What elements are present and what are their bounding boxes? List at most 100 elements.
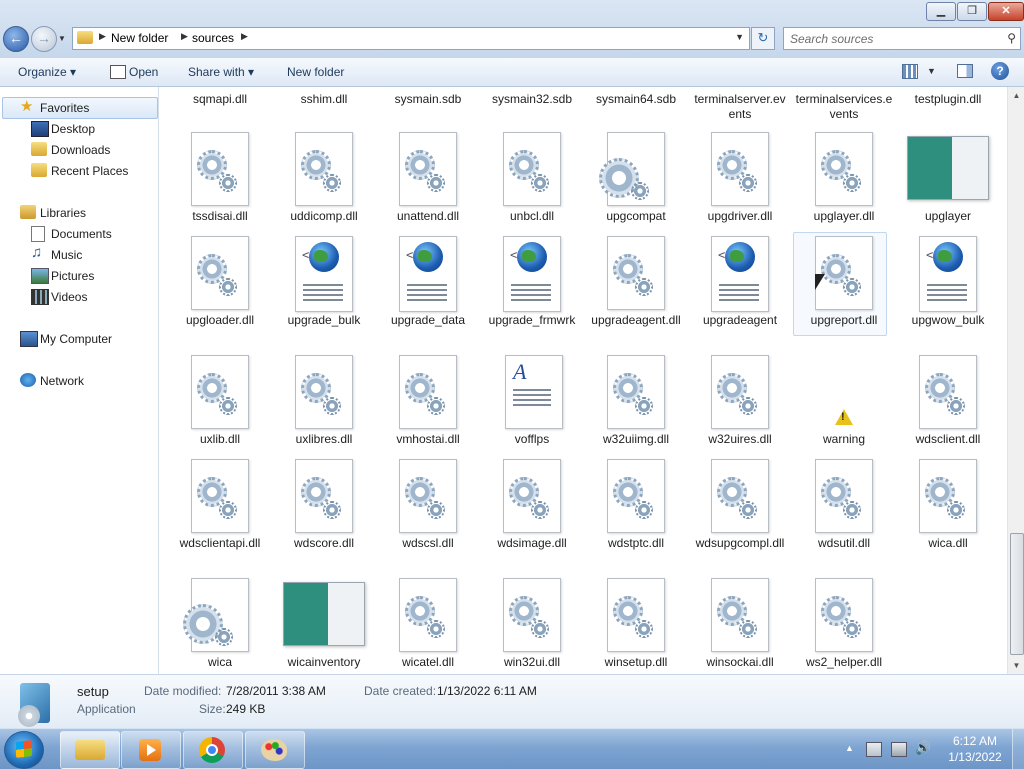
file-item[interactable]: tssdisai.dll <box>171 130 269 234</box>
file-item[interactable]: winsockai.dll <box>691 576 789 674</box>
clock-time: 6:12 AM <box>952 734 998 748</box>
file-item[interactable]: uxlib.dll <box>171 353 269 457</box>
breadcrumb-sources[interactable]: sources <box>192 31 234 45</box>
file-item[interactable]: wicatel.dll <box>379 576 477 674</box>
change-view-icon[interactable] <box>902 64 918 79</box>
show-hidden-icons-icon[interactable]: ▲ <box>845 743 854 753</box>
breadcrumb-arrow-icon[interactable]: ▶ <box>99 31 106 42</box>
recent-pages-dropdown-icon[interactable]: ▼ <box>58 34 66 43</box>
volume-icon[interactable]: 🔊 <box>915 740 931 755</box>
title-bar: ▁ ❐ ✕ ← → ▼ ▶ New folder ▶ sources ▶ ▼ ↻… <box>0 0 1024 58</box>
file-item[interactable]: wdscsl.dll <box>379 457 477 561</box>
forward-button[interactable]: → <box>31 26 57 52</box>
breadcrumb-arrow-icon[interactable]: ▶ <box>241 31 248 42</box>
search-icon[interactable]: ⚲ <box>1007 31 1016 45</box>
preview-pane-icon[interactable] <box>957 64 973 78</box>
start-button[interactable] <box>4 731 44 769</box>
file-item[interactable]: testplugin.dll <box>899 87 997 127</box>
file-item[interactable]: wica.dll <box>899 457 997 561</box>
share-with-button[interactable]: Share with ▾ <box>188 65 254 79</box>
file-item[interactable]: upgdriver.dll <box>691 130 789 234</box>
taskbar-chrome[interactable] <box>183 731 243 769</box>
file-item[interactable]: wdstptc.dll <box>587 457 685 561</box>
file-name: wdsclientapi.dll <box>179 536 261 550</box>
view-options-dropdown-icon[interactable]: ▼ <box>927 66 936 76</box>
file-item[interactable]: wdsimage.dll <box>483 457 581 561</box>
file-item[interactable]: win32ui.dll <box>483 576 581 674</box>
breadcrumb-new-folder[interactable]: New folder <box>111 31 168 45</box>
file-item[interactable]: upgcompat <box>587 130 685 234</box>
details-size: 249 KB <box>226 702 266 716</box>
file-item[interactable]: ! warning <box>795 353 893 457</box>
show-desktop-button[interactable] <box>1012 729 1024 769</box>
taskbar-paint[interactable] <box>245 731 305 769</box>
file-name: winsockai.dll <box>706 655 774 669</box>
help-icon[interactable]: ? <box>991 62 1009 80</box>
file-item[interactable]: uxlibres.dll <box>275 353 373 457</box>
gear-small-icon <box>843 278 861 296</box>
new-folder-button[interactable]: New folder <box>287 65 344 79</box>
file-item[interactable]: < >upgradeagent <box>691 234 789 338</box>
breadcrumb-arrow-icon[interactable]: ▶ <box>181 31 188 42</box>
file-item[interactable]: unattend.dll <box>379 130 477 234</box>
file-item[interactable]: wica <box>171 576 269 674</box>
gear-small-icon <box>739 501 757 519</box>
file-name: upgcompat <box>606 209 666 223</box>
file-item[interactable]: sshim.dll <box>275 87 373 127</box>
taskbar-media-player[interactable] <box>121 731 181 769</box>
taskbar-explorer[interactable] <box>60 731 120 769</box>
file-item[interactable]: < >upgrade_bulk <box>275 234 373 338</box>
network-status-icon[interactable] <box>891 742 907 757</box>
file-item[interactable]: wdscore.dll <box>275 457 373 561</box>
file-item[interactable]: upglayer <box>899 130 997 234</box>
file-item[interactable]: upgreport.dll <box>793 232 893 338</box>
vertical-scrollbar[interactable]: ▲ ▼ <box>1007 87 1024 674</box>
back-button[interactable]: ← <box>3 26 29 52</box>
file-item[interactable]: terminalservices.events <box>795 87 893 127</box>
file-item[interactable]: winsetup.dll <box>587 576 685 674</box>
file-item[interactable]: upglayer.dll <box>795 130 893 234</box>
file-item[interactable]: wicainventory <box>275 576 373 674</box>
organize-button[interactable]: Organize ▾ <box>18 65 76 79</box>
minimize-button[interactable]: ▁ <box>926 2 956 21</box>
file-item[interactable]: ws2_helper.dll <box>795 576 893 674</box>
maximize-button[interactable]: ❐ <box>957 2 987 21</box>
file-item[interactable]: Avofflps <box>483 353 581 457</box>
file-item[interactable]: < >upgrade_frmwrk <box>483 234 581 338</box>
globe-land-icon <box>938 250 952 262</box>
scroll-up-arrow-icon[interactable]: ▲ <box>1008 87 1024 104</box>
file-item[interactable]: sysmain64.sdb <box>587 87 685 127</box>
refresh-button[interactable]: ↻ <box>751 27 775 50</box>
gear-small-icon <box>531 501 549 519</box>
scroll-down-arrow-icon[interactable]: ▼ <box>1008 657 1024 674</box>
address-dropdown-icon[interactable]: ▼ <box>735 32 744 42</box>
file-item[interactable]: wdsclient.dll <box>899 353 997 457</box>
system-clock[interactable]: 6:12 AM 1/13/2022 <box>940 733 1010 765</box>
action-center-icon[interactable] <box>866 742 882 757</box>
paint-palette-icon <box>261 739 287 761</box>
scrollbar-thumb[interactable] <box>1010 533 1024 655</box>
file-item[interactable]: upgradeagent.dll <box>587 234 685 338</box>
file-item[interactable]: terminalserver.events <box>691 87 789 127</box>
file-item[interactable]: w32uiimg.dll <box>587 353 685 457</box>
open-button[interactable]: Open <box>129 65 158 79</box>
file-item[interactable]: sysmain32.sdb <box>483 87 581 127</box>
open-icon <box>110 65 126 79</box>
file-item[interactable]: < >upgwow_bulk <box>899 234 997 338</box>
file-item[interactable]: wdsupgcompl.dll <box>691 457 789 561</box>
file-item[interactable]: vmhostai.dll <box>379 353 477 457</box>
address-bar[interactable]: ▶ New folder ▶ sources ▶ ▼ <box>72 27 750 50</box>
file-item[interactable]: unbcl.dll <box>483 130 581 234</box>
file-item[interactable]: sqmapi.dll <box>171 87 269 127</box>
file-item[interactable]: wdsutil.dll <box>795 457 893 561</box>
file-item[interactable]: w32uires.dll <box>691 353 789 457</box>
file-item[interactable]: upgloader.dll <box>171 234 269 338</box>
file-item[interactable]: sysmain.sdb <box>379 87 477 127</box>
file-item[interactable]: < >upgrade_data <box>379 234 477 338</box>
search-input[interactable]: Search sources ⚲ <box>783 27 1021 50</box>
file-item[interactable]: uddicomp.dll <box>275 130 373 234</box>
close-button[interactable]: ✕ <box>988 2 1024 21</box>
file-item[interactable]: wdsclientapi.dll <box>171 457 269 561</box>
file-name: unattend.dll <box>396 209 460 223</box>
file-name: testplugin.dll <box>914 92 982 106</box>
